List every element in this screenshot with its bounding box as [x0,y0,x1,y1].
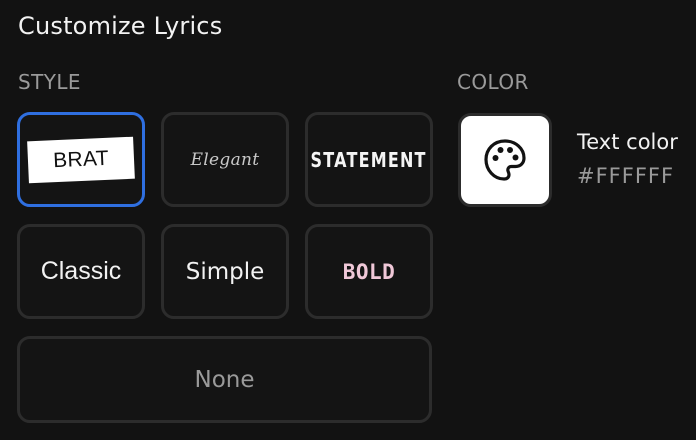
text-color-value: #FFFFFF [577,164,675,188]
style-option-none[interactable]: None [17,336,432,423]
style-option-label: None [194,366,255,393]
style-option-classic[interactable]: Classic [17,224,145,319]
style-option-label: STATEMENT [310,147,428,172]
style-option-label: Elegant [190,149,260,170]
palette-icon [484,139,526,181]
text-color-swatch[interactable] [458,113,552,207]
style-option-label: Classic [40,257,122,285]
style-option-elegant[interactable]: Elegant [161,112,289,207]
style-option-statement[interactable]: STATEMENT [305,112,433,207]
style-option-label: BRAT [27,136,135,183]
style-section-label: STYLE [18,70,81,94]
style-option-simple[interactable]: Simple [161,224,289,319]
style-option-label: BOLD [342,259,396,284]
page-title: Customize Lyrics [18,12,223,40]
style-option-brat[interactable]: BRAT [17,112,145,207]
style-option-label: Simple [185,258,265,285]
style-option-bold[interactable]: BOLD [305,224,433,319]
color-section-label: COLOR [457,70,529,94]
text-color-label: Text color [577,130,678,154]
